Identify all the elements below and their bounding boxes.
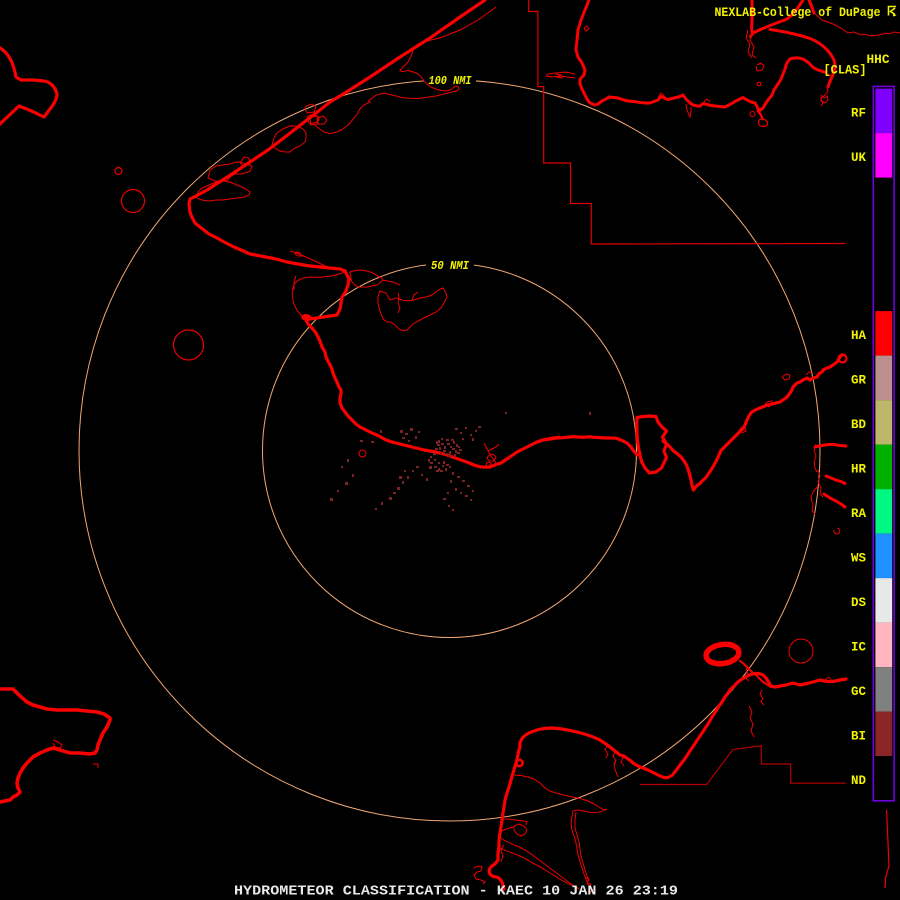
svg-text:GC: GC — [851, 684, 866, 699]
svg-text:[CLAS]: [CLAS] — [824, 63, 867, 78]
svg-text:RA: RA — [851, 506, 866, 521]
svg-text:ND: ND — [851, 773, 866, 788]
svg-text:WS: WS — [851, 550, 866, 565]
svg-text:BI: BI — [851, 728, 866, 743]
svg-text:BD: BD — [851, 417, 866, 432]
svg-text:HHC: HHC — [867, 52, 890, 67]
svg-text:RF: RF — [851, 105, 866, 120]
svg-text:HA: HA — [851, 328, 866, 343]
svg-text:100 NMI: 100 NMI — [429, 74, 473, 88]
svg-text:NEXLAB-College of DuPage: NEXLAB-College of DuPage — [715, 5, 881, 20]
svg-text:GR: GR — [851, 372, 866, 387]
svg-text:HR: HR — [851, 461, 866, 476]
svg-text:IC: IC — [851, 639, 866, 654]
svg-text:50 NMI: 50 NMI — [431, 259, 470, 273]
svg-text:UK: UK — [851, 150, 866, 165]
svg-text:HYDROMETEOR CLASSIFICATION - K: HYDROMETEOR CLASSIFICATION - KAEC 10 JAN… — [234, 884, 678, 900]
svg-text:DS: DS — [851, 595, 866, 610]
